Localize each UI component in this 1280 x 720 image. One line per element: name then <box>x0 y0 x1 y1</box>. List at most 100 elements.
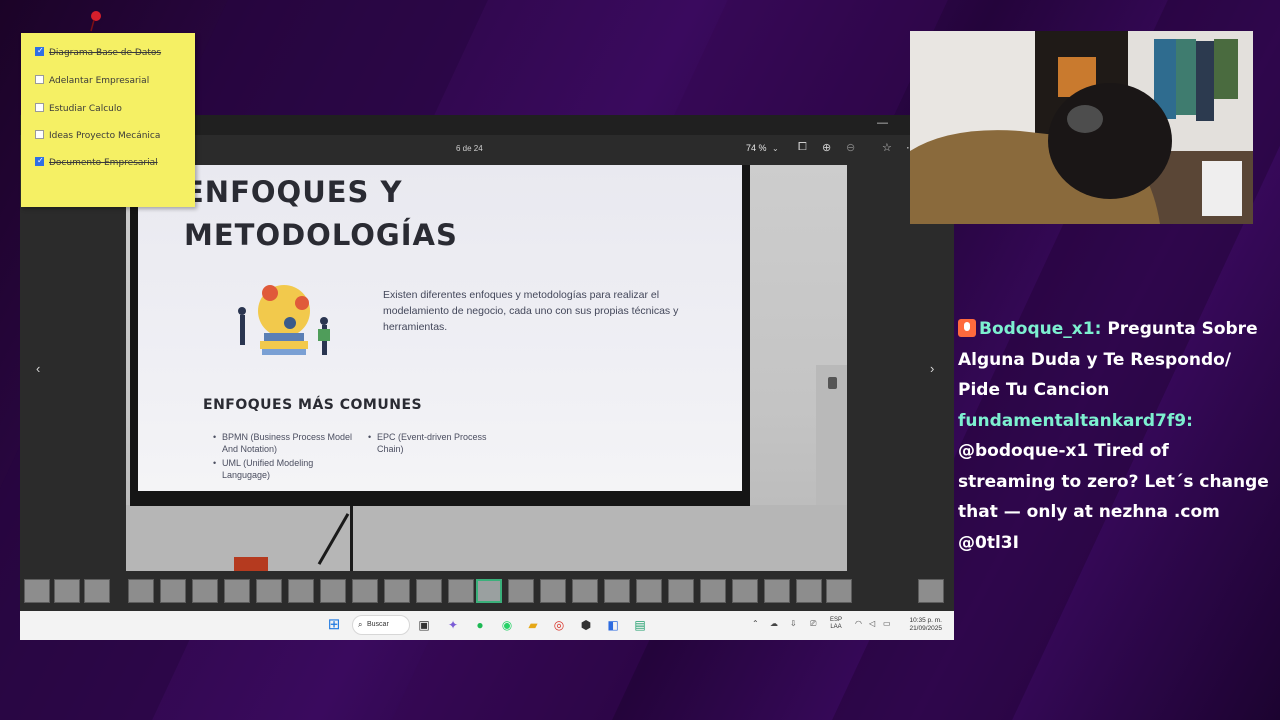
thumbnail[interactable] <box>918 579 944 603</box>
business-gears-illustration <box>238 285 330 355</box>
push-pin-icon <box>90 11 101 32</box>
next-arrow-icon[interactable]: › <box>930 361 934 376</box>
checkbox-icon[interactable] <box>35 130 44 139</box>
todo-item[interactable]: Diagrama Base de Datos <box>35 46 162 58</box>
zoom-out-icon[interactable]: ⊖ <box>846 141 855 154</box>
list-item: BPMN (Business Process Model And Notatio… <box>213 431 353 455</box>
todo-item[interactable]: Documento Empresarial <box>35 156 158 168</box>
thumbnail[interactable] <box>764 579 790 603</box>
chat-colon: : <box>1094 319 1102 339</box>
language-code: ESP <box>830 617 843 623</box>
bullet-list: EPC (Event-driven Process Chain) <box>368 431 508 457</box>
download-icon[interactable]: ⇩ <box>790 619 797 628</box>
clock[interactable]: 10:35 p. m. 21/09/2025 <box>902 617 942 633</box>
zoom-in-icon[interactable]: ⊕ <box>822 141 831 154</box>
slide-title: ENFOQUES Y METODOLOGÍAS <box>184 171 584 257</box>
thumbnail[interactable] <box>192 579 218 603</box>
zoom-level[interactable]: 74 % <box>746 143 767 153</box>
chat-message: fundamentaltankard7f9: @bodoque-x1 Tired… <box>958 406 1270 559</box>
chat-overlay: Bodoque_x1: Pregunta Sobre Alguna Duda y… <box>958 314 1270 558</box>
thumbnail[interactable] <box>288 579 314 603</box>
todo-label: Diagrama Base de Datos <box>49 48 162 58</box>
whatsapp-icon[interactable]: ◉ <box>499 617 515 633</box>
display-icon[interactable]: ⎚ <box>810 619 816 629</box>
thumbnail[interactable] <box>796 579 822 603</box>
windows-start-icon[interactable]: ⊞ <box>326 617 342 633</box>
copilot-icon[interactable]: ✦ <box>445 617 461 633</box>
task-view-icon[interactable]: ▣ <box>416 617 432 633</box>
page-counter[interactable]: 6 de 24 <box>456 144 483 153</box>
app-icon[interactable]: ⬢ <box>578 617 594 633</box>
bullet-list: BPMN (Business Process Model And Notatio… <box>213 431 353 483</box>
webcam-feed <box>910 31 1253 224</box>
thumbnail[interactable] <box>416 579 442 603</box>
todo-label: Ideas Proyecto Mecánica <box>49 131 161 141</box>
taskbar-search[interactable]: ⌕ Buscar <box>352 615 410 635</box>
thumbnail[interactable] <box>668 579 694 603</box>
chrome-icon[interactable]: ◎ <box>551 617 567 633</box>
thumbnail[interactable] <box>732 579 758 603</box>
checkbox-icon[interactable] <box>35 103 44 112</box>
list-item: EPC (Event-driven Process Chain) <box>368 431 508 455</box>
checkbox-icon[interactable] <box>35 75 44 84</box>
todo-item[interactable]: Estudiar Calculo <box>35 103 122 114</box>
slide-title-line: METODOLOGÍAS <box>184 218 458 252</box>
fit-page-icon[interactable]: ⧠ <box>798 141 807 154</box>
slide-body-text: Existen diferentes enfoques y metodologí… <box>383 289 679 333</box>
thumbnail[interactable] <box>540 579 566 603</box>
cloud-icon[interactable]: ☁ <box>770 619 778 628</box>
keyboard-layout: LAA <box>830 624 842 630</box>
volume-icon[interactable]: ◁ <box>869 619 875 628</box>
thumbnail[interactable] <box>636 579 662 603</box>
todo-item[interactable]: Adelantar Empresarial <box>35 75 150 86</box>
thumbnail[interactable] <box>224 579 250 603</box>
thumbnail-strip <box>20 577 954 607</box>
search-icon: ⌕ <box>358 620 363 629</box>
chat-username: fundamentaltankard7f9 <box>958 410 1187 431</box>
thumbnail-active[interactable] <box>476 579 502 603</box>
thumbnail[interactable] <box>256 579 282 603</box>
clock-time: 10:35 p. m. <box>909 617 942 624</box>
thumbnail[interactable] <box>128 579 154 603</box>
editor-icon[interactable]: ◧ <box>605 617 621 633</box>
thumbnail[interactable] <box>352 579 378 603</box>
checkbox-checked-icon[interactable] <box>35 46 44 56</box>
spotify-icon[interactable]: ● <box>472 617 488 633</box>
thumbnail[interactable] <box>508 579 534 603</box>
todo-label: Estudiar Calculo <box>49 104 122 114</box>
clock-date: 21/09/2025 <box>909 625 942 632</box>
thumbnail[interactable] <box>604 579 630 603</box>
wall-hook <box>828 377 837 389</box>
todo-item[interactable]: Ideas Proyecto Mecánica <box>35 130 161 141</box>
thumbnail[interactable] <box>54 579 80 603</box>
minimize-icon[interactable]: — <box>877 117 888 129</box>
checkbox-checked-icon[interactable] <box>35 156 44 166</box>
thumbnail[interactable] <box>160 579 186 603</box>
star-icon[interactable]: ☆ <box>882 141 892 154</box>
tv-frame: ENFOQUES Y METODOLOGÍAS Existen diferent… <box>130 165 750 506</box>
slide-title-line: ENFOQUES Y <box>184 175 403 209</box>
battery-icon[interactable]: ▭ <box>883 619 891 628</box>
wifi-icon[interactable]: ◠ <box>855 619 862 628</box>
chat-text: @bodoque-x1 Tired of streaming to zero? … <box>958 441 1269 553</box>
chevron-up-icon[interactable]: ⌃ <box>752 619 759 628</box>
thumbnail[interactable] <box>24 579 50 603</box>
slide-subtitle: ENFOQUES MÁS COMUNES <box>203 397 423 413</box>
thumbnail[interactable] <box>700 579 726 603</box>
language-indicator[interactable]: ESP LAA <box>830 617 842 631</box>
slide-photo: ENFOQUES Y METODOLOGÍAS Existen diferent… <box>126 165 847 571</box>
thumbnail[interactable] <box>826 579 852 603</box>
thumbnail[interactable] <box>320 579 346 603</box>
red-object <box>234 557 268 571</box>
file-explorer-icon[interactable]: ▰ <box>525 617 541 633</box>
chevron-down-icon[interactable]: ⌄ <box>772 144 779 153</box>
thumbnail[interactable] <box>448 579 474 603</box>
previous-arrow-icon[interactable]: ‹ <box>36 361 40 376</box>
microphone-icon <box>958 319 976 337</box>
todo-label: Adelantar Empresarial <box>49 76 150 86</box>
thumbnail[interactable] <box>84 579 110 603</box>
search-label: Buscar <box>367 621 389 628</box>
app-icon[interactable]: ▤ <box>632 617 648 633</box>
thumbnail[interactable] <box>572 579 598 603</box>
thumbnail[interactable] <box>384 579 410 603</box>
